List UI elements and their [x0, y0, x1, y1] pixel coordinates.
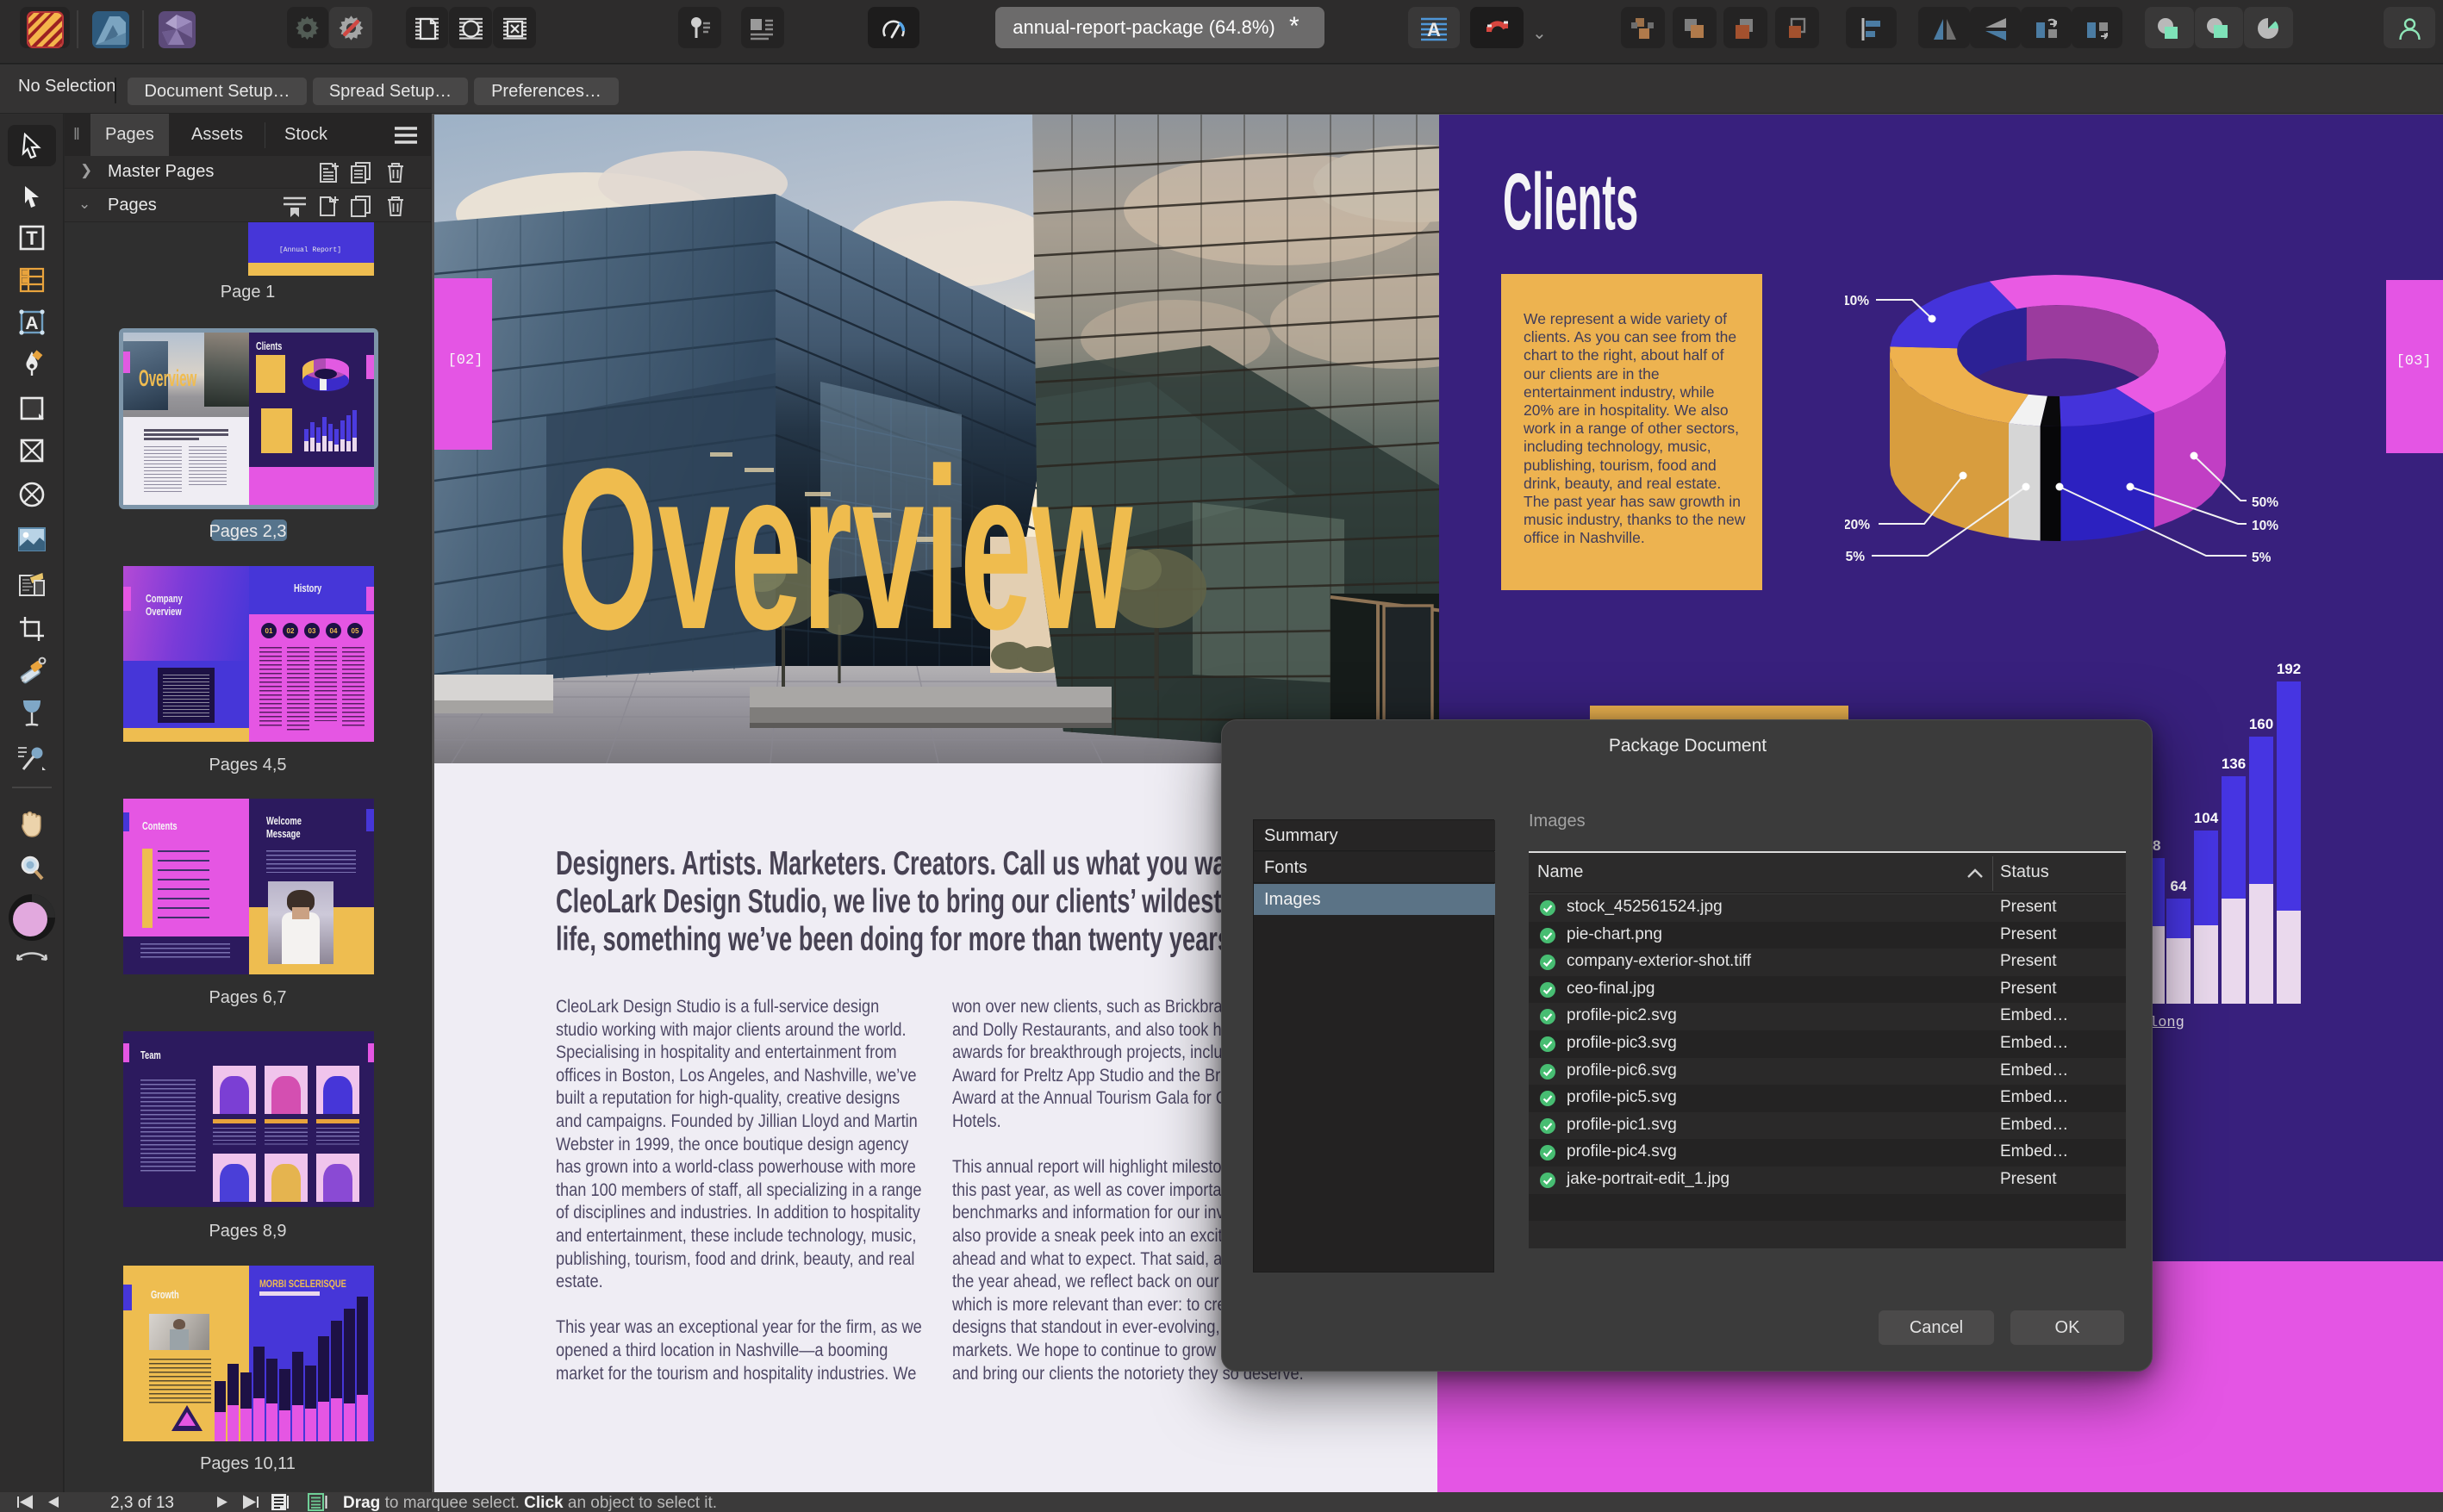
svg-text:03: 03 — [308, 627, 316, 635]
svg-text:50%: 50% — [2252, 495, 2278, 510]
svg-text:160: 160 — [2249, 716, 2273, 732]
svg-text:01: 01 — [265, 627, 273, 635]
svg-text:A: A — [25, 314, 38, 333]
svg-text:136: 136 — [2222, 756, 2246, 772]
svg-text:5%: 5% — [2252, 551, 2272, 565]
svg-text:20%: 20% — [1845, 518, 1870, 532]
svg-text:04: 04 — [330, 627, 338, 635]
svg-text:T: T — [26, 227, 38, 249]
svg-text:10%: 10% — [1845, 294, 1869, 308]
svg-text:10%: 10% — [2252, 519, 2278, 533]
svg-text:104: 104 — [2194, 810, 2219, 826]
svg-text:64: 64 — [2171, 878, 2187, 894]
svg-text:192: 192 — [2277, 661, 2301, 677]
svg-text:02: 02 — [287, 627, 295, 635]
svg-text:A: A — [1427, 19, 1441, 40]
svg-text:05: 05 — [352, 627, 359, 635]
svg-text:5%: 5% — [1846, 550, 1866, 564]
